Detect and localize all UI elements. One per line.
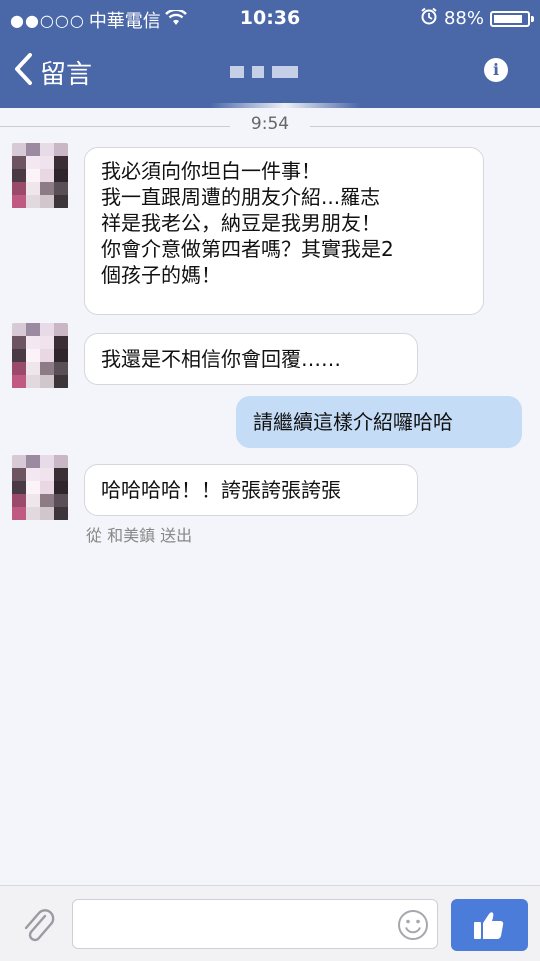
chevron-left-icon [12, 52, 34, 93]
location-note: 從 和美鎮 送出 [86, 526, 193, 545]
header-highlight [210, 103, 360, 108]
divider [310, 126, 540, 127]
info-icon[interactable]: i [484, 58, 508, 82]
nav-bar: 留言 i [0, 40, 540, 104]
message-bubble-received[interactable]: 我必須向你坦白一件事！ 我一直跟周遭的朋友介紹...羅志 祥是我老公，納豆是我男… [84, 147, 484, 315]
battery-fill [494, 14, 522, 23]
message-line: 我還是不相信你會回覆…… [101, 347, 341, 371]
back-button[interactable]: 留言 [12, 52, 92, 93]
message-line: 請繼續這樣介紹囉哈哈 [253, 410, 453, 434]
avatar[interactable] [12, 143, 68, 209]
contact-name-blurred[interactable] [230, 66, 298, 78]
message-bubble-received[interactable]: 我還是不相信你會回覆…… [84, 333, 418, 385]
timestamp-row: 9:54 [0, 114, 540, 138]
message-input[interactable] [72, 899, 438, 949]
message-line: 哈哈哈哈！！誇張誇張誇張 [101, 478, 341, 502]
message-line: 個孩子的媽！ [101, 263, 221, 287]
header: ●●○○○ 中華電信 10:36 88% 留言 i [0, 0, 540, 108]
status-right: 88% [420, 7, 534, 30]
like-button[interactable] [451, 899, 528, 951]
battery-percent: 88% [443, 8, 484, 29]
avatar[interactable] [12, 323, 68, 389]
message-line: 我一直跟周遭的朋友介紹...羅志 [101, 185, 381, 209]
alarm-icon [420, 7, 438, 30]
paperclip-icon[interactable] [18, 906, 58, 946]
status-bar: ●●○○○ 中華電信 10:36 88% [0, 0, 540, 36]
message-bubble-sent[interactable]: 請繼續這樣介紹囉哈哈 [236, 396, 522, 448]
message-line: 你會介意做第四者嗎？其實我是2 [101, 237, 394, 261]
back-label: 留言 [40, 60, 93, 90]
message-line: 我必須向你坦白一件事！ [101, 159, 321, 183]
composer-bar [0, 885, 540, 961]
emoji-icon[interactable] [397, 909, 429, 941]
battery-icon [490, 10, 534, 27]
message-bubble-received[interactable]: 哈哈哈哈！！誇張誇張誇張 [84, 464, 418, 516]
message-line: 祥是我老公，納豆是我男朋友！ [101, 211, 381, 235]
avatar[interactable] [12, 455, 68, 521]
timestamp: 9:54 [250, 114, 290, 134]
